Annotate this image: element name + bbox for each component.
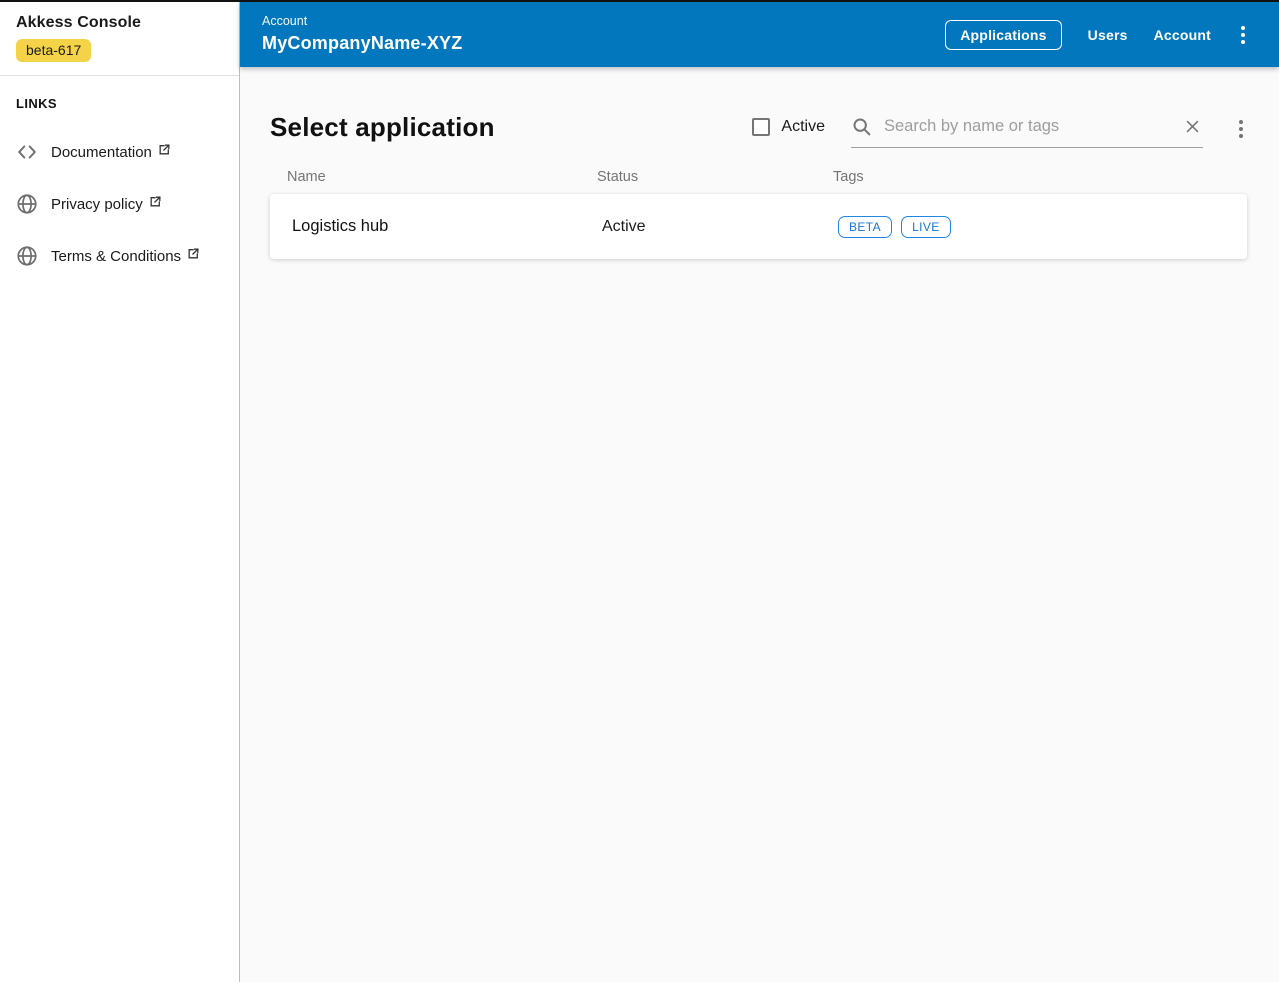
external-link-icon (149, 195, 162, 208)
globe-icon (16, 193, 38, 215)
application-name-cell: Logistics hub (292, 217, 389, 235)
top-app-bar: Account MyCompanyName-XYZ Applications U… (240, 2, 1279, 67)
app-root: Akkess Console beta-617 LINKS Documentat… (0, 2, 1279, 982)
external-link-icon (187, 247, 200, 260)
code-icon (16, 141, 38, 163)
account-overline: Account (262, 14, 308, 29)
column-header-name: Name (287, 169, 326, 185)
sidebar-link-label: Terms & Conditions (51, 247, 182, 265)
sidebar-link-privacy-policy[interactable]: Privacy policy (16, 193, 223, 215)
external-link-icon (158, 143, 171, 156)
search-field (851, 116, 1203, 148)
content-column: Account MyCompanyName-XYZ Applications U… (240, 2, 1279, 982)
nav-applications-button[interactable]: Applications (945, 19, 1062, 50)
clear-icon[interactable] (1184, 118, 1201, 135)
globe-icon (16, 245, 38, 267)
page-title: Select application (270, 111, 495, 142)
table-header-row: Name Status Tags (270, 169, 1247, 185)
sidebar-link-documentation[interactable]: Documentation (16, 141, 223, 163)
sidebar-link-label: Documentation (51, 143, 152, 161)
active-filter-label: Active (781, 118, 825, 135)
app-title: Akkess Console (16, 14, 142, 31)
active-filter-checkbox[interactable] (752, 118, 771, 136)
sidebar-header: Akkess Console beta-617 (0, 2, 239, 75)
account-heading-block: Account MyCompanyName-XYZ (262, 14, 462, 54)
links-section-heading: LINKS (16, 96, 57, 111)
tag-chip: LIVE (901, 215, 951, 238)
sidebar-link-terms-and-conditions[interactable]: Terms & Conditions (16, 245, 223, 267)
sidebar: Akkess Console beta-617 LINKS Documentat… (0, 2, 240, 982)
search-input[interactable] (884, 117, 1184, 136)
table-row[interactable]: Logistics hub Active BETA LIVE (270, 194, 1247, 259)
active-filter[interactable]: Active (752, 118, 825, 136)
toolbar-controls: Active (752, 111, 1247, 148)
column-header-status: Status (597, 169, 639, 185)
application-status-cell: Active (602, 217, 646, 235)
tag-chip: BETA (838, 215, 893, 238)
header-nav: Applications Users Account (945, 19, 1249, 50)
nav-account-button[interactable]: Account (1154, 27, 1211, 43)
nav-users-button[interactable]: Users (1088, 27, 1128, 43)
version-badge: beta-617 (16, 39, 92, 62)
toolbar: Select application Active (270, 111, 1247, 148)
column-header-tags: Tags (833, 169, 864, 185)
table-options-kebab-icon[interactable] (1235, 118, 1247, 140)
application-tags-cell: BETA LIVE (838, 215, 1247, 238)
main-panel: Select application Active Search by name… (240, 67, 1279, 982)
kebab-menu-icon[interactable] (1237, 24, 1249, 46)
sidebar-link-label: Privacy policy (51, 195, 143, 213)
account-name-title: MyCompanyName-XYZ (262, 33, 463, 54)
sidebar-links-section: LINKS Documentation Privacy policy Terms… (0, 76, 239, 287)
search-icon (851, 116, 872, 137)
